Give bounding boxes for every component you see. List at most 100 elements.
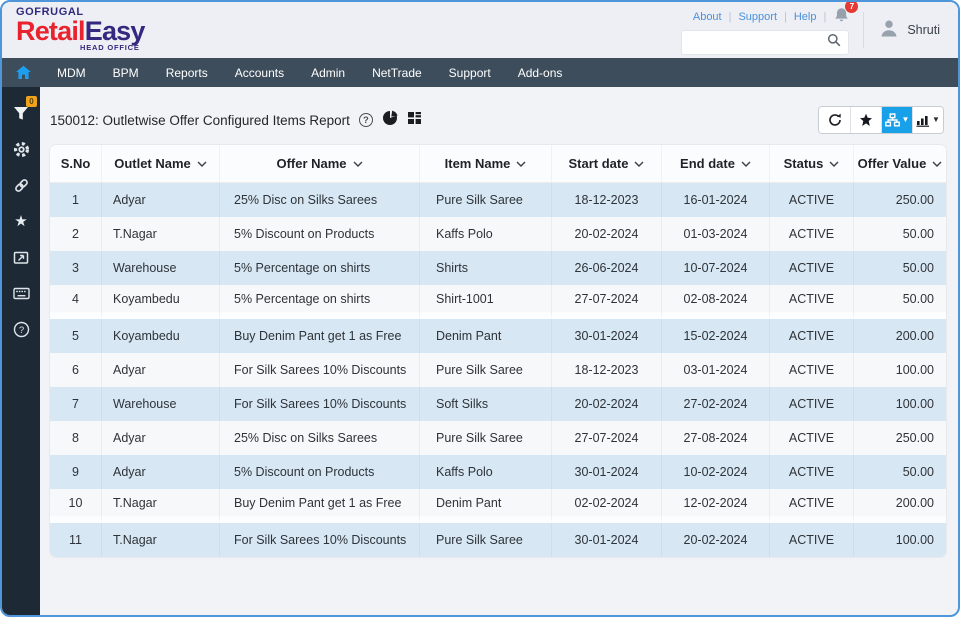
nav-item[interactable]: BPM	[113, 66, 139, 80]
home-icon[interactable]	[15, 65, 32, 80]
cell-sno: 8	[50, 421, 102, 455]
topbar-link[interactable]: Help	[794, 11, 817, 23]
cell-offer-value: 100.00	[854, 387, 946, 421]
search-box	[681, 30, 849, 55]
cell-outlet-name: Warehouse	[102, 387, 220, 421]
cell-outlet-name: T.Nagar	[102, 489, 220, 523]
main-content: 150012: Outletwise Offer Configured Item…	[40, 87, 958, 615]
cell-outlet-name: T.Nagar	[102, 523, 220, 557]
nav-item[interactable]: Support	[449, 66, 491, 80]
table-row[interactable]: 1 Adyar 25% Disc on Silks Sarees Pure Si…	[50, 183, 946, 217]
cell-sno: 7	[50, 387, 102, 421]
report-table-card: S.No Outlet Name Offer Name Item Name St…	[50, 145, 946, 557]
brand-product: RetailEasy	[16, 18, 145, 45]
cell-end-date: 12-02-2024	[662, 489, 770, 523]
avatar-icon	[878, 17, 900, 44]
nav-item[interactable]: Accounts	[235, 66, 284, 80]
column-header-offer-value[interactable]: Offer Value	[854, 145, 946, 183]
table-row[interactable]: 8 Adyar 25% Disc on Silks Sarees Pure Si…	[50, 421, 946, 455]
column-header-status[interactable]: Status	[770, 145, 854, 183]
cell-sno: 5	[50, 319, 102, 353]
filter-icon[interactable]: 0	[8, 100, 34, 126]
cell-outlet-name: Koyambedu	[102, 285, 220, 319]
grid-view-icon[interactable]	[407, 111, 422, 130]
cell-offer-value: 250.00	[854, 183, 946, 217]
cell-outlet-name: T.Nagar	[102, 217, 220, 251]
column-header-end-date[interactable]: End date	[662, 145, 770, 183]
cell-item-name: Pure Silk Saree	[420, 421, 552, 455]
user-menu[interactable]: Shruti	[878, 2, 958, 58]
cell-outlet-name: Adyar	[102, 183, 220, 217]
pie-chart-icon[interactable]	[382, 110, 398, 131]
table-row[interactable]: 2 T.Nagar 5% Discount on Products Kaffs …	[50, 217, 946, 251]
column-header-offer-name[interactable]: Offer Name	[220, 145, 420, 183]
cell-start-date: 20-02-2024	[552, 217, 662, 251]
chart-view-button[interactable]: ▼	[912, 107, 943, 133]
cell-end-date: 03-01-2024	[662, 353, 770, 387]
favorite-button[interactable]	[850, 107, 881, 133]
keyboard-icon[interactable]	[8, 280, 34, 306]
cell-sno: 10	[50, 489, 102, 523]
table-row[interactable]: 7 Warehouse For Silk Sarees 10% Discount…	[50, 387, 946, 421]
cell-start-date: 27-07-2024	[552, 285, 662, 319]
link-icon[interactable]	[8, 172, 34, 198]
cell-offer-value: 100.00	[854, 523, 946, 557]
cell-start-date: 18-12-2023	[552, 183, 662, 217]
nav-item[interactable]: Add-ons	[518, 66, 563, 80]
table-row[interactable]: 11 T.Nagar For Silk Sarees 10% Discounts…	[50, 523, 946, 557]
report-header: 150012: Outletwise Offer Configured Item…	[50, 105, 944, 135]
search-input[interactable]	[689, 37, 827, 49]
cell-offer-name: 5% Percentage on shirts	[220, 285, 420, 319]
table-row[interactable]: 3 Warehouse 5% Percentage on shirts Shir…	[50, 251, 946, 285]
column-header-item-name[interactable]: Item Name	[420, 145, 552, 183]
topbar-link[interactable]: Support	[738, 11, 777, 23]
report-help-icon[interactable]: ?	[359, 113, 373, 127]
nav-item[interactable]: NetTrade	[372, 66, 422, 80]
favorites-star-icon[interactable]: ★	[8, 208, 34, 234]
main-nav: MDM BPM Reports Accounts Admin NetTrade …	[2, 58, 958, 87]
table-row[interactable]: 10 T.Nagar Buy Denim Pant get 1 as Free …	[50, 489, 946, 523]
cell-status: ACTIVE	[770, 489, 854, 523]
cell-end-date: 02-08-2024	[662, 285, 770, 319]
search-icon[interactable]	[827, 33, 841, 52]
cell-offer-name: For Silk Sarees 10% Discounts	[220, 387, 420, 421]
cell-sno: 3	[50, 251, 102, 285]
filter-badge: 0	[26, 96, 37, 107]
refresh-button[interactable]	[819, 107, 850, 133]
column-header-start-date[interactable]: Start date	[552, 145, 662, 183]
table-row[interactable]: 6 Adyar For Silk Sarees 10% Discounts Pu…	[50, 353, 946, 387]
brand-logo: GOFRUGAL RetailEasy HEAD OFFICE	[2, 2, 145, 58]
topbar-link[interactable]: About	[693, 11, 722, 23]
cell-offer-value: 200.00	[854, 489, 946, 523]
report-table: S.No Outlet Name Offer Name Item Name St…	[50, 145, 946, 557]
view-toolbar: ▼ ▼	[818, 106, 944, 134]
hierarchy-view-button[interactable]: ▼	[881, 107, 912, 133]
cell-offer-value: 100.00	[854, 353, 946, 387]
cell-start-date: 02-02-2024	[552, 489, 662, 523]
table-row[interactable]: 4 Koyambedu 5% Percentage on shirts Shir…	[50, 285, 946, 319]
table-row[interactable]: 5 Koyambedu Buy Denim Pant get 1 as Free…	[50, 319, 946, 353]
nav-item[interactable]: Admin	[311, 66, 345, 80]
cell-status: ACTIVE	[770, 387, 854, 421]
cell-offer-value: 50.00	[854, 251, 946, 285]
cell-offer-value: 50.00	[854, 217, 946, 251]
cell-outlet-name: Koyambedu	[102, 319, 220, 353]
export-screen-icon[interactable]	[8, 244, 34, 270]
cell-outlet-name: Warehouse	[102, 251, 220, 285]
cell-sno: 1	[50, 183, 102, 217]
nav-item[interactable]: Reports	[166, 66, 208, 80]
help-icon[interactable]: ?	[8, 316, 34, 342]
settings-gear-icon[interactable]	[8, 136, 34, 162]
nav-item[interactable]: MDM	[57, 66, 86, 80]
cell-offer-name: Buy Denim Pant get 1 as Free	[220, 489, 420, 523]
notification-bell-icon[interactable]: 7	[834, 7, 849, 26]
cell-item-name: Kaffs Polo	[420, 217, 552, 251]
cell-outlet-name: Adyar	[102, 455, 220, 489]
user-name: Shruti	[907, 23, 940, 37]
cell-offer-name: 25% Disc on Silks Sarees	[220, 421, 420, 455]
sort-chevron-icon	[932, 161, 942, 167]
column-header-outlet-name[interactable]: Outlet Name	[102, 145, 220, 183]
table-row[interactable]: 9 Adyar 5% Discount on Products Kaffs Po…	[50, 455, 946, 489]
cell-status: ACTIVE	[770, 319, 854, 353]
sort-chevron-icon	[353, 161, 363, 167]
